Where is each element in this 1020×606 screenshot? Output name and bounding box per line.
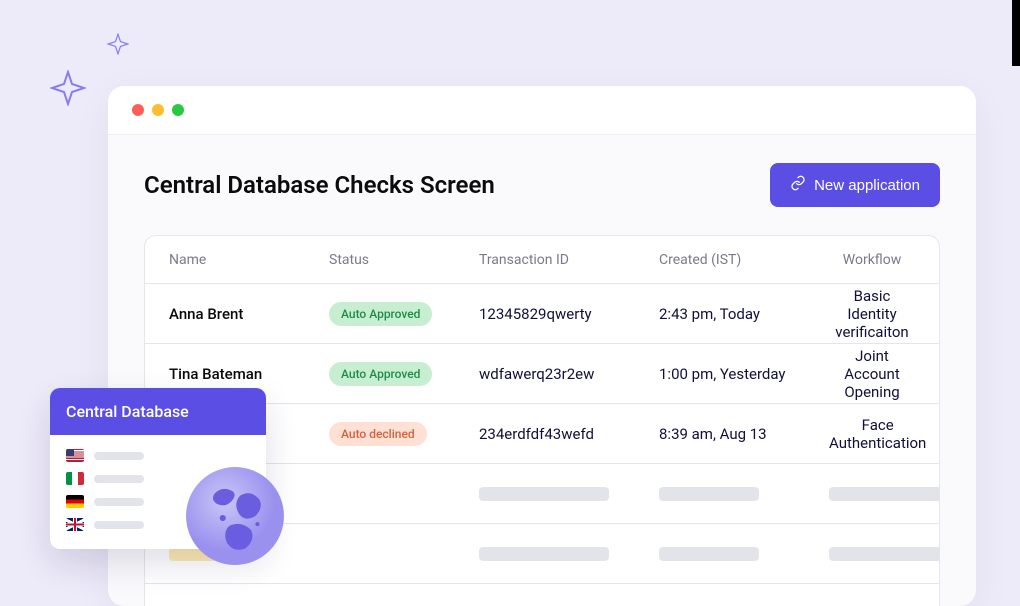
cell-name: Anna Brent <box>169 305 329 323</box>
cell-txn: 12345829qwerty <box>479 305 659 323</box>
cell-created: 2:43 pm, Today <box>659 305 829 323</box>
col-workflow: Workflow <box>829 252 915 268</box>
placeholder-cell <box>479 487 609 501</box>
placeholder-line <box>94 521 144 529</box>
cell-workflow: Face Authentication <box>829 416 926 452</box>
sparkle-icon <box>50 70 86 110</box>
maximize-dot[interactable] <box>172 104 184 116</box>
col-created: Created (IST) <box>659 252 829 268</box>
col-name: Name <box>169 252 329 268</box>
placeholder-cell <box>479 547 609 561</box>
country-row <box>66 449 250 462</box>
placeholder-cell <box>659 547 759 561</box>
placeholder-cell <box>829 487 940 501</box>
placeholder-cell <box>659 487 759 501</box>
central-database-card: Central Database <box>50 388 266 549</box>
cell-name: Tina Bateman <box>169 365 329 383</box>
status-badge: Auto Approved <box>329 302 432 326</box>
table-row-placeholder <box>145 584 939 606</box>
cell-created: 8:39 am, Aug 13 <box>659 425 829 443</box>
placeholder-line <box>94 452 144 460</box>
col-transaction: Transaction ID <box>479 252 659 268</box>
globe-icon <box>184 465 286 567</box>
new-application-label: New application <box>814 177 920 194</box>
link-icon <box>790 175 806 195</box>
placeholder-cell <box>829 547 940 561</box>
cell-txn: 234erdfdf43wefd <box>479 425 659 443</box>
flag-uk-icon <box>66 518 84 531</box>
cell-txn: wdfawerq23r2ew <box>479 365 659 383</box>
flag-de-icon <box>66 495 84 508</box>
table-row[interactable]: Anna Brent Auto Approved 12345829qwerty … <box>145 284 939 344</box>
status-badge: Auto Approved <box>329 362 432 386</box>
cell-workflow: Joint Account Opening <box>829 347 915 401</box>
window-chrome <box>108 86 976 135</box>
new-application-button[interactable]: New application <box>770 163 940 207</box>
page-title: Central Database Checks Screen <box>144 171 495 199</box>
flag-us-icon <box>66 449 84 462</box>
close-dot[interactable] <box>132 104 144 116</box>
card-title: Central Database <box>50 388 266 435</box>
status-badge: Auto declined <box>329 422 427 446</box>
col-status: Status <box>329 252 479 268</box>
flag-it-icon <box>66 472 84 485</box>
decorative-edge <box>1012 0 1020 66</box>
sparkle-icon <box>107 33 129 59</box>
table-header: Name Status Transaction ID Created (IST)… <box>145 236 939 284</box>
placeholder-line <box>94 498 144 506</box>
cell-created: 1:00 pm, Yesterday <box>659 365 829 383</box>
cell-workflow: Basic Identity verificaiton <box>829 287 915 341</box>
minimize-dot[interactable] <box>152 104 164 116</box>
placeholder-line <box>94 475 144 483</box>
